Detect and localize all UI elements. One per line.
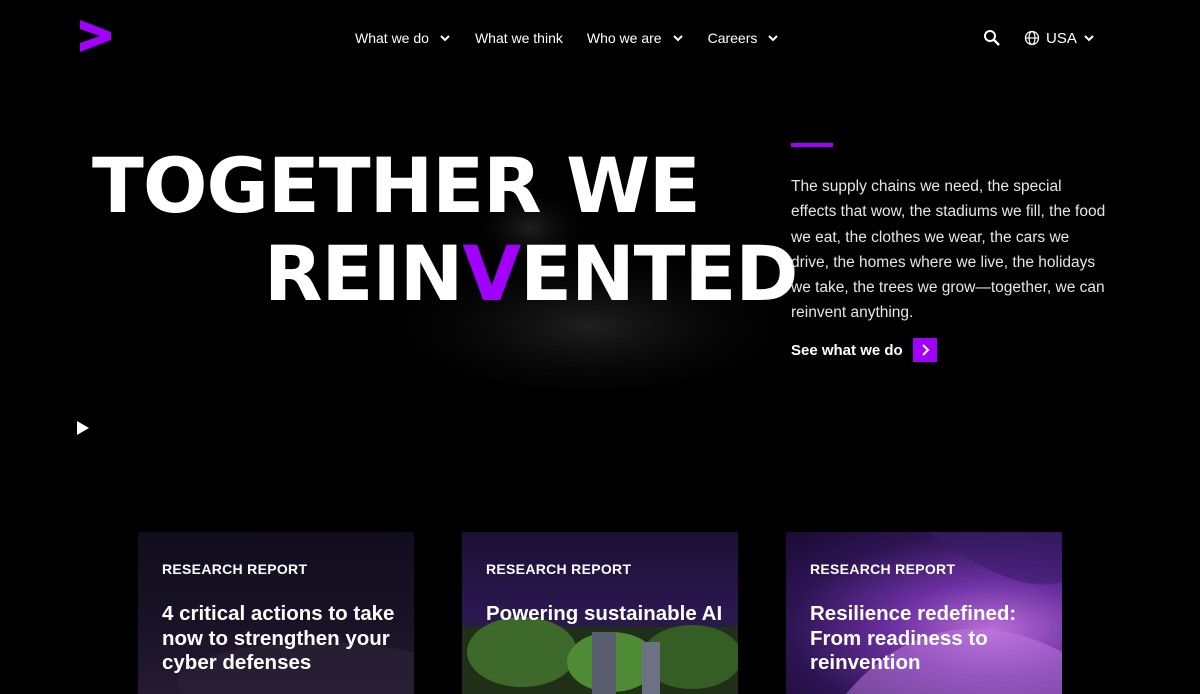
research-card-resilience[interactable]: RESEARCH REPORT Resilience redefined: Fr… [786, 532, 1062, 694]
accent-divider [791, 143, 833, 147]
card-title: Resilience redefined: From readiness to … [810, 602, 1017, 674]
locale-selector[interactable]: USA [1024, 30, 1095, 47]
chevron-down-icon [440, 35, 450, 42]
locale-label: USA [1046, 29, 1077, 47]
nav-careers[interactable]: Careers [708, 30, 780, 46]
search-icon[interactable] [982, 28, 1002, 48]
hero-headline-line1: TOGETHER WE [92, 141, 701, 230]
chevron-right-icon [912, 338, 937, 362]
hero-headline-line2: REINVENTED [264, 236, 799, 312]
globe-icon [1024, 30, 1040, 46]
card-title: Powering sustainable AI [486, 602, 723, 625]
nav-what-we-do[interactable]: What we do [355, 30, 451, 46]
nav-who-we-are-label: Who we are [586, 30, 662, 46]
research-card-cyber[interactable]: RESEARCH REPORT 4 critical actions to ta… [138, 532, 414, 694]
headline-accent-letter: V [462, 229, 521, 318]
play-icon[interactable] [76, 421, 90, 435]
header-utilities: USA [982, 26, 1095, 50]
card-title: 4 critical actions to take now to streng… [162, 602, 395, 674]
nav-careers-label: Careers [707, 30, 758, 46]
headline-part: ENTED [520, 229, 798, 318]
chevron-down-icon [768, 35, 779, 42]
hero-description: The supply chains we need, the special e… [791, 178, 1106, 322]
chevron-down-icon [1084, 35, 1094, 42]
main-nav: What we do What we think Who we are Care… [355, 26, 803, 50]
research-card-sustainable-ai[interactable]: RESEARCH REPORT Powering sustainable AI [462, 532, 738, 694]
accenture-logo-icon[interactable] [80, 20, 112, 52]
card-kicker: RESEARCH REPORT [810, 561, 956, 577]
card-kicker: RESEARCH REPORT [162, 561, 308, 577]
headline-part: REIN [264, 229, 463, 318]
chevron-down-icon [672, 35, 683, 42]
cta-label: See what we do [791, 341, 903, 359]
card-kicker: RESEARCH REPORT [486, 561, 632, 577]
nav-what-we-think-label: What we think [474, 30, 563, 46]
nav-what-we-think[interactable]: What we think [475, 30, 563, 46]
see-what-we-do-link[interactable]: See what we do [791, 338, 937, 362]
nav-what-we-do-label: What we do [355, 30, 429, 46]
nav-who-we-are[interactable]: Who we are [587, 30, 684, 46]
